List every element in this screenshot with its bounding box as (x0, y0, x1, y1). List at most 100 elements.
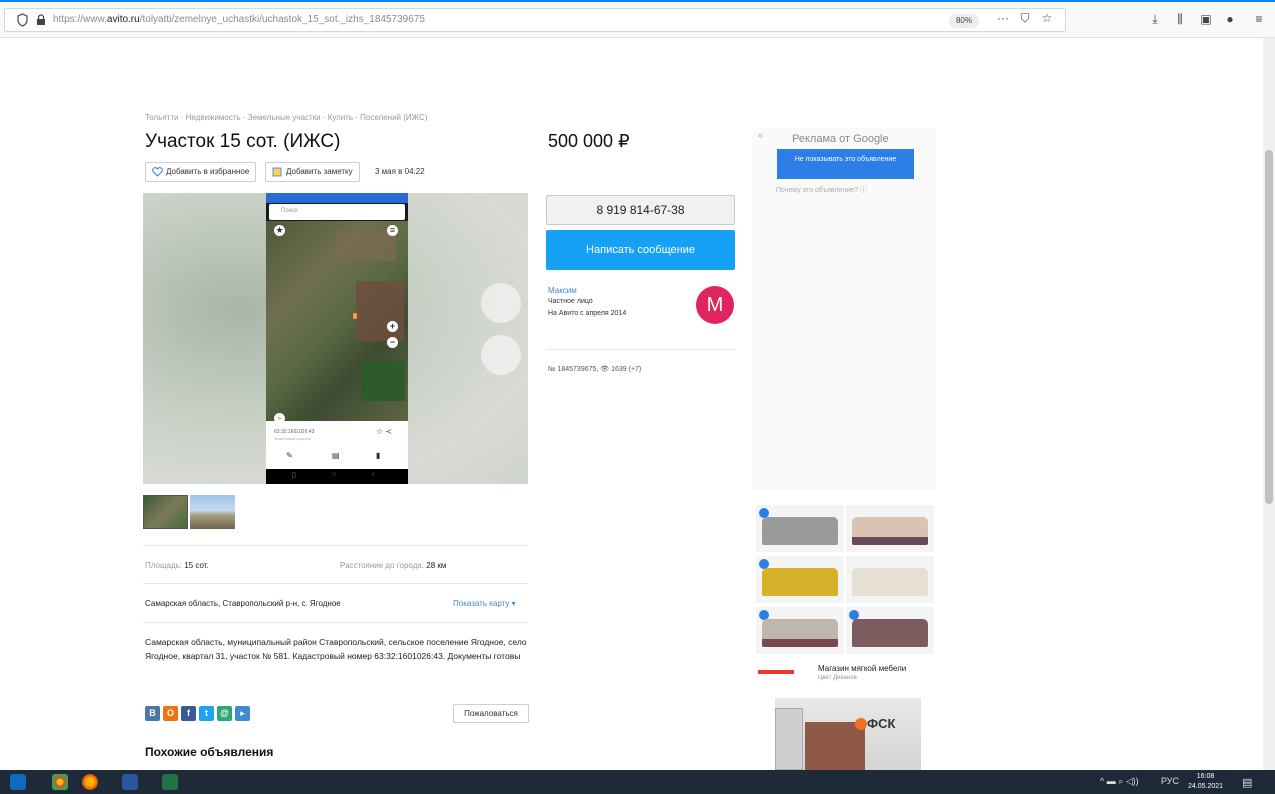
add-note-button[interactable]: Добавить заметку (265, 162, 360, 182)
clock[interactable]: 16:08 24.05.2021 (1188, 772, 1223, 792)
map-layers-icon: ≡ (387, 225, 398, 236)
zoom-out-icon: − (387, 337, 398, 348)
map-star-icon: ★ (274, 225, 285, 236)
share-facebook-button[interactable]: f (181, 706, 196, 721)
google-ad-panel: « Реклама от Google Не показывать это об… (752, 128, 936, 490)
building-image (805, 722, 865, 770)
tab-accent-line (0, 0, 1275, 2)
word-icon[interactable] (122, 774, 138, 790)
zoom-level[interactable]: 80% (949, 14, 979, 28)
pocket-icon[interactable]: ⛉ (1017, 11, 1033, 25)
divider (546, 349, 735, 350)
breadcrumb[interactable]: Тольятти · Недвижимость · Земельные учас… (145, 113, 427, 122)
phone-nav-bar: ▯ ○ ‹ (266, 469, 408, 484)
send-message-button[interactable]: Написать сообщение (546, 230, 735, 270)
sofa-image (762, 568, 838, 596)
hide-ad-button[interactable]: Не показывать это объявление (777, 149, 914, 179)
clock-date: 24.05.2021 (1188, 783, 1224, 790)
sofa-item[interactable] (846, 556, 934, 603)
sidebar-icon[interactable]: ▣ (1198, 12, 1214, 26)
sofa-item[interactable] (756, 505, 844, 552)
downloads-icon[interactable]: ⤓ (1147, 12, 1163, 26)
language-indicator[interactable]: РУС (1161, 776, 1179, 786)
why-this-ad-link[interactable]: Почему это объявление? ⓘ (776, 185, 867, 195)
param-area-value: 15 сот. (184, 561, 209, 570)
seller-since: На Авито с апреля 2014 (548, 310, 627, 317)
ad-back-icon[interactable]: « (758, 130, 763, 140)
sofa-image (852, 568, 928, 596)
sofa-ad[interactable]: ⓘ X Магазин мягкой мебели Цвет Диванов (752, 502, 936, 682)
phone-number-button[interactable]: 8 919 814-67-38 (546, 195, 735, 225)
scrollbar[interactable] (1263, 38, 1275, 770)
account-icon[interactable]: ● (1222, 12, 1238, 26)
phone-info-card: 63:32:1601026:43 Земельный участок ☆ ≺ ✎… (266, 421, 408, 469)
main-photo[interactable]: Поиск ★ ≡ + − ◦ 63:32:1601026:43 Земельн… (143, 193, 528, 484)
heart-icon (152, 167, 163, 177)
bookmark-star-icon[interactable]: ☆ (1039, 11, 1055, 25)
address-bar[interactable]: https://www.avito.ru/tolyatti/zemelnye_u… (4, 8, 1066, 32)
param-area: Площадь: 15 сот. (145, 561, 209, 570)
share-twitter-button[interactable]: t (199, 706, 214, 721)
sofa-store-logo (758, 670, 794, 674)
map-field (336, 231, 396, 261)
sofa-item[interactable] (756, 607, 844, 654)
photo-thumbnail[interactable] (143, 495, 188, 529)
param-area-label: Площадь: (145, 561, 183, 570)
trash-icon: ▮ (376, 451, 381, 460)
sofa-item[interactable] (846, 505, 934, 552)
share-lj-button[interactable]: ▸ (235, 706, 250, 721)
sofa-image (762, 619, 838, 647)
tracking-shield-icon[interactable] (17, 13, 28, 27)
chrome-icon[interactable] (52, 774, 68, 790)
publish-date: 3 мая в 04:22 (375, 167, 425, 176)
menu-icon[interactable]: ≡ (1251, 12, 1267, 26)
firefox-icon[interactable] (82, 774, 98, 790)
excel-icon[interactable] (162, 774, 178, 790)
similar-ads-heading: Похожие объявления (145, 745, 274, 759)
outlook-icon[interactable] (10, 774, 26, 790)
seller-name-link[interactable]: Максим (548, 286, 577, 295)
card-actions-icon: ☆ ≺ (376, 427, 393, 436)
library-icon[interactable]: ⫼ (1172, 12, 1188, 26)
cadastral-number: 63:32:1601026:43 (274, 429, 315, 435)
url-text[interactable]: https://www.avito.ru/tolyatti/zemelnye_u… (53, 14, 425, 25)
share-ok-button[interactable]: О (163, 706, 178, 721)
sofa-ad-subtitle: Цвет Диванов (818, 675, 857, 681)
photo-blur-spot (481, 283, 521, 323)
show-map-link[interactable]: Показать карту ▾ (453, 599, 516, 608)
share-mail-button[interactable]: @ (217, 706, 232, 721)
complain-button[interactable]: Пожаловаться (453, 704, 529, 723)
map-field (361, 361, 405, 401)
sofa-image (852, 619, 928, 647)
share-vk-button[interactable]: В (145, 706, 160, 721)
add-favorite-button[interactable]: Добавить в избранное (145, 162, 257, 182)
nav-home-icon: ○ (332, 471, 337, 478)
page-title: Участок 15 сот. (ИЖС) (145, 131, 341, 152)
map-field (356, 281, 404, 341)
photo-thumbnail[interactable] (190, 495, 235, 529)
avatar[interactable]: M (696, 286, 734, 324)
clock-time: 16:08 (1196, 773, 1215, 780)
fsk-banner-ad[interactable]: ФСК (775, 698, 921, 770)
notifications-icon[interactable]: ▤ (1242, 776, 1252, 789)
tray-icons[interactable]: ^ ▬ ⌕ ◁)) (1100, 776, 1139, 787)
phone-screenshot: Поиск ★ ≡ + − ◦ 63:32:1601026:43 Земельн… (266, 193, 408, 484)
fsk-brand: ФСК (867, 716, 896, 731)
param-distance-value: 28 км (426, 561, 447, 570)
lock-icon[interactable] (36, 14, 46, 26)
ad-header: Реклама от Google (792, 133, 889, 145)
windows-taskbar: ^ ▬ ⌕ ◁)) РУС 16:08 24.05.2021 ▤ (0, 770, 1275, 794)
sofa-item[interactable] (756, 556, 844, 603)
address: Самарская область, Ставропольский р-н, с… (145, 599, 341, 608)
sofa-item[interactable] (846, 607, 934, 654)
divider (143, 545, 528, 546)
sofa-image (762, 517, 838, 545)
phone-status-bar (266, 193, 408, 203)
scrollbar-thumb[interactable] (1265, 150, 1273, 504)
fsk-logo-icon (855, 718, 867, 730)
divider (143, 583, 528, 584)
page-actions-icon[interactable]: ··· (995, 11, 1011, 25)
sofa-ad-title[interactable]: Магазин мягкой мебели (818, 664, 906, 673)
divider (143, 622, 528, 623)
param-distance: Расстояние до города: 28 км (340, 561, 446, 570)
